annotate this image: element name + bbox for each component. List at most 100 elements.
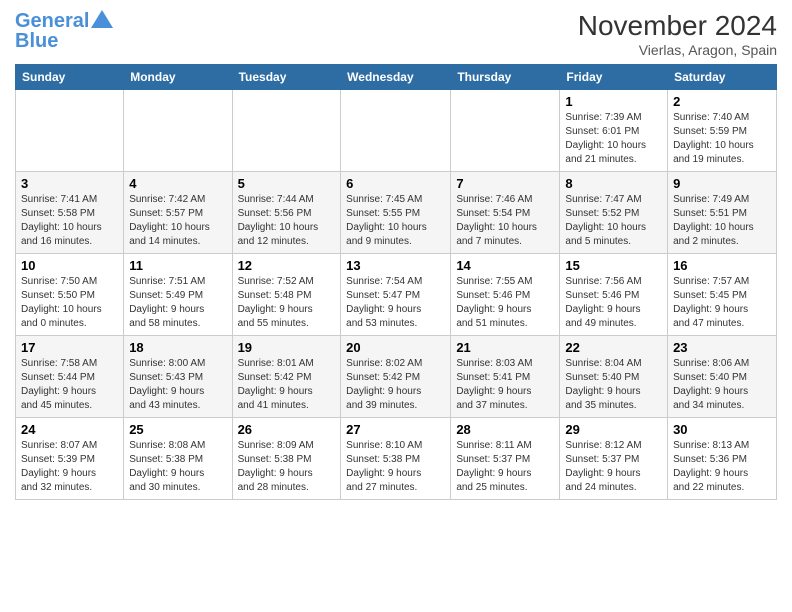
calendar-cell: 5Sunrise: 7:44 AM Sunset: 5:56 PM Daylig… — [232, 172, 341, 254]
logo-icon — [91, 10, 113, 28]
day-number: 11 — [129, 258, 226, 273]
day-number: 23 — [673, 340, 771, 355]
day-number: 2 — [673, 94, 771, 109]
day-number: 6 — [346, 176, 445, 191]
weekday-header-sunday: Sunday — [16, 65, 124, 90]
day-number: 25 — [129, 422, 226, 437]
day-info: Sunrise: 8:07 AM Sunset: 5:39 PM Dayligh… — [21, 439, 118, 495]
day-number: 26 — [238, 422, 336, 437]
day-info: Sunrise: 8:13 AM Sunset: 5:36 PM Dayligh… — [673, 439, 771, 495]
day-number: 4 — [129, 176, 226, 191]
calendar-cell: 23 Sunrise: 8:06 AM Sunset: 5:40 PM Dayli… — [668, 336, 777, 418]
title-area: November 2024 Vierlas, Aragon, Spain — [578, 10, 777, 58]
day-number: 10 — [21, 258, 118, 273]
day-info: Sunrise: 8:11 AM Sunset: 5:37 PM Dayligh… — [456, 439, 554, 495]
calendar-cell: 26 Sunrise: 8:09 AM Sunset: 5:38 PM Dayli… — [232, 418, 341, 500]
calendar-week-2: 3 Sunrise: 7:41 AM Sunset: 5:58 PM Daylig… — [16, 172, 777, 254]
calendar-week-4: 17Sunrise: 7:58 AM Sunset: 5:44 PM Dayli… — [16, 336, 777, 418]
calendar-week-1: 1 Sunrise: 7:39 AM Sunset: 6:01 PM Daylig… — [16, 90, 777, 172]
day-info: Sunrise: 7:57 AM Sunset: 5:45 PM Dayligh… — [673, 275, 771, 331]
day-number: 1 — [565, 94, 662, 109]
day-info: Sunrise: 7:51 AM Sunset: 5:49 PM Dayligh… — [129, 275, 226, 331]
weekday-header-saturday: Saturday — [668, 65, 777, 90]
calendar-cell: 11 Sunrise: 7:51 AM Sunset: 5:49 PM Dayli… — [124, 254, 232, 336]
calendar-cell — [451, 90, 560, 172]
calendar-cell: 2Sunrise: 7:40 AM Sunset: 5:59 PM Daylig… — [668, 90, 777, 172]
calendar-week-3: 10 Sunrise: 7:50 AM Sunset: 5:50 PM Dayli… — [16, 254, 777, 336]
calendar-cell: 1 Sunrise: 7:39 AM Sunset: 6:01 PM Daylig… — [560, 90, 668, 172]
day-number: 12 — [238, 258, 336, 273]
day-info: Sunrise: 7:49 AM Sunset: 5:51 PM Dayligh… — [673, 193, 771, 249]
day-number: 16 — [673, 258, 771, 273]
day-number: 13 — [346, 258, 445, 273]
calendar-cell — [16, 90, 124, 172]
day-info: Sunrise: 8:08 AM Sunset: 5:38 PM Dayligh… — [129, 439, 226, 495]
day-number: 15 — [565, 258, 662, 273]
day-info: Sunrise: 8:09 AM Sunset: 5:38 PM Dayligh… — [238, 439, 336, 495]
calendar-cell: 30 Sunrise: 8:13 AM Sunset: 5:36 PM Dayli… — [668, 418, 777, 500]
day-number: 27 — [346, 422, 445, 437]
day-info: Sunrise: 7:55 AM Sunset: 5:46 PM Dayligh… — [456, 275, 554, 331]
day-info: Sunrise: 8:03 AM Sunset: 5:41 PM Dayligh… — [456, 357, 554, 413]
day-number: 22 — [565, 340, 662, 355]
calendar-cell: 15 Sunrise: 7:56 AM Sunset: 5:46 PM Dayli… — [560, 254, 668, 336]
calendar-cell: 8Sunrise: 7:47 AM Sunset: 5:52 PM Daylig… — [560, 172, 668, 254]
day-info: Sunrise: 8:02 AM Sunset: 5:42 PM Dayligh… — [346, 357, 445, 413]
calendar-cell — [232, 90, 341, 172]
day-info: Sunrise: 7:39 AM Sunset: 6:01 PM Dayligh… — [565, 111, 662, 167]
day-info: Sunrise: 8:10 AM Sunset: 5:38 PM Dayligh… — [346, 439, 445, 495]
day-info: Sunrise: 7:44 AM Sunset: 5:56 PM Dayligh… — [238, 193, 336, 249]
calendar-cell: 27 Sunrise: 8:10 AM Sunset: 5:38 PM Dayli… — [341, 418, 451, 500]
day-info: Sunrise: 8:12 AM Sunset: 5:37 PM Dayligh… — [565, 439, 662, 495]
month-title: November 2024 — [578, 10, 777, 42]
logo-text-blue: Blue — [15, 30, 58, 52]
calendar-cell — [341, 90, 451, 172]
logo: General Blue — [15, 10, 113, 52]
calendar-cell: 20 Sunrise: 8:02 AM Sunset: 5:42 PM Dayli… — [341, 336, 451, 418]
location: Vierlas, Aragon, Spain — [578, 42, 777, 58]
calendar-cell: 7Sunrise: 7:46 AM Sunset: 5:54 PM Daylig… — [451, 172, 560, 254]
day-info: Sunrise: 8:04 AM Sunset: 5:40 PM Dayligh… — [565, 357, 662, 413]
day-info: Sunrise: 7:56 AM Sunset: 5:46 PM Dayligh… — [565, 275, 662, 331]
calendar-cell: 6 Sunrise: 7:45 AM Sunset: 5:55 PM Daylig… — [341, 172, 451, 254]
day-number: 17 — [21, 340, 118, 355]
calendar-cell: 17Sunrise: 7:58 AM Sunset: 5:44 PM Dayli… — [16, 336, 124, 418]
header-area: General Blue November 2024 Vierlas, Arag… — [15, 10, 777, 58]
day-number: 21 — [456, 340, 554, 355]
day-info: Sunrise: 7:50 AM Sunset: 5:50 PM Dayligh… — [21, 275, 118, 331]
day-number: 7 — [456, 176, 554, 191]
calendar-cell — [124, 90, 232, 172]
day-number: 20 — [346, 340, 445, 355]
day-info: Sunrise: 8:06 AM Sunset: 5:40 PM Dayligh… — [673, 357, 771, 413]
calendar-cell: 10 Sunrise: 7:50 AM Sunset: 5:50 PM Dayli… — [16, 254, 124, 336]
weekday-header-wednesday: Wednesday — [341, 65, 451, 90]
calendar-cell: 16 Sunrise: 7:57 AM Sunset: 5:45 PM Dayli… — [668, 254, 777, 336]
day-info: Sunrise: 7:42 AM Sunset: 5:57 PM Dayligh… — [129, 193, 226, 249]
calendar-cell: 9 Sunrise: 7:49 AM Sunset: 5:51 PM Daylig… — [668, 172, 777, 254]
main-container: General Blue November 2024 Vierlas, Arag… — [0, 0, 792, 510]
weekday-header-row: SundayMondayTuesdayWednesdayThursdayFrid… — [16, 65, 777, 90]
day-number: 30 — [673, 422, 771, 437]
day-info: Sunrise: 7:54 AM Sunset: 5:47 PM Dayligh… — [346, 275, 445, 331]
calendar-cell: 12Sunrise: 7:52 AM Sunset: 5:48 PM Dayli… — [232, 254, 341, 336]
weekday-header-monday: Monday — [124, 65, 232, 90]
calendar-cell: 24 Sunrise: 8:07 AM Sunset: 5:39 PM Dayli… — [16, 418, 124, 500]
calendar-cell: 4 Sunrise: 7:42 AM Sunset: 5:57 PM Daylig… — [124, 172, 232, 254]
calendar-cell: 19Sunrise: 8:01 AM Sunset: 5:42 PM Dayli… — [232, 336, 341, 418]
weekday-header-thursday: Thursday — [451, 65, 560, 90]
calendar-table: SundayMondayTuesdayWednesdayThursdayFrid… — [15, 64, 777, 500]
day-info: Sunrise: 7:41 AM Sunset: 5:58 PM Dayligh… — [21, 193, 118, 249]
day-number: 24 — [21, 422, 118, 437]
calendar-cell: 22 Sunrise: 8:04 AM Sunset: 5:40 PM Dayli… — [560, 336, 668, 418]
day-info: Sunrise: 8:00 AM Sunset: 5:43 PM Dayligh… — [129, 357, 226, 413]
day-number: 3 — [21, 176, 118, 191]
calendar-cell: 14Sunrise: 7:55 AM Sunset: 5:46 PM Dayli… — [451, 254, 560, 336]
calendar-cell: 18Sunrise: 8:00 AM Sunset: 5:43 PM Dayli… — [124, 336, 232, 418]
calendar-cell: 13 Sunrise: 7:54 AM Sunset: 5:47 PM Dayli… — [341, 254, 451, 336]
day-number: 19 — [238, 340, 336, 355]
day-number: 29 — [565, 422, 662, 437]
day-info: Sunrise: 7:45 AM Sunset: 5:55 PM Dayligh… — [346, 193, 445, 249]
day-number: 9 — [673, 176, 771, 191]
day-info: Sunrise: 7:47 AM Sunset: 5:52 PM Dayligh… — [565, 193, 662, 249]
weekday-header-friday: Friday — [560, 65, 668, 90]
